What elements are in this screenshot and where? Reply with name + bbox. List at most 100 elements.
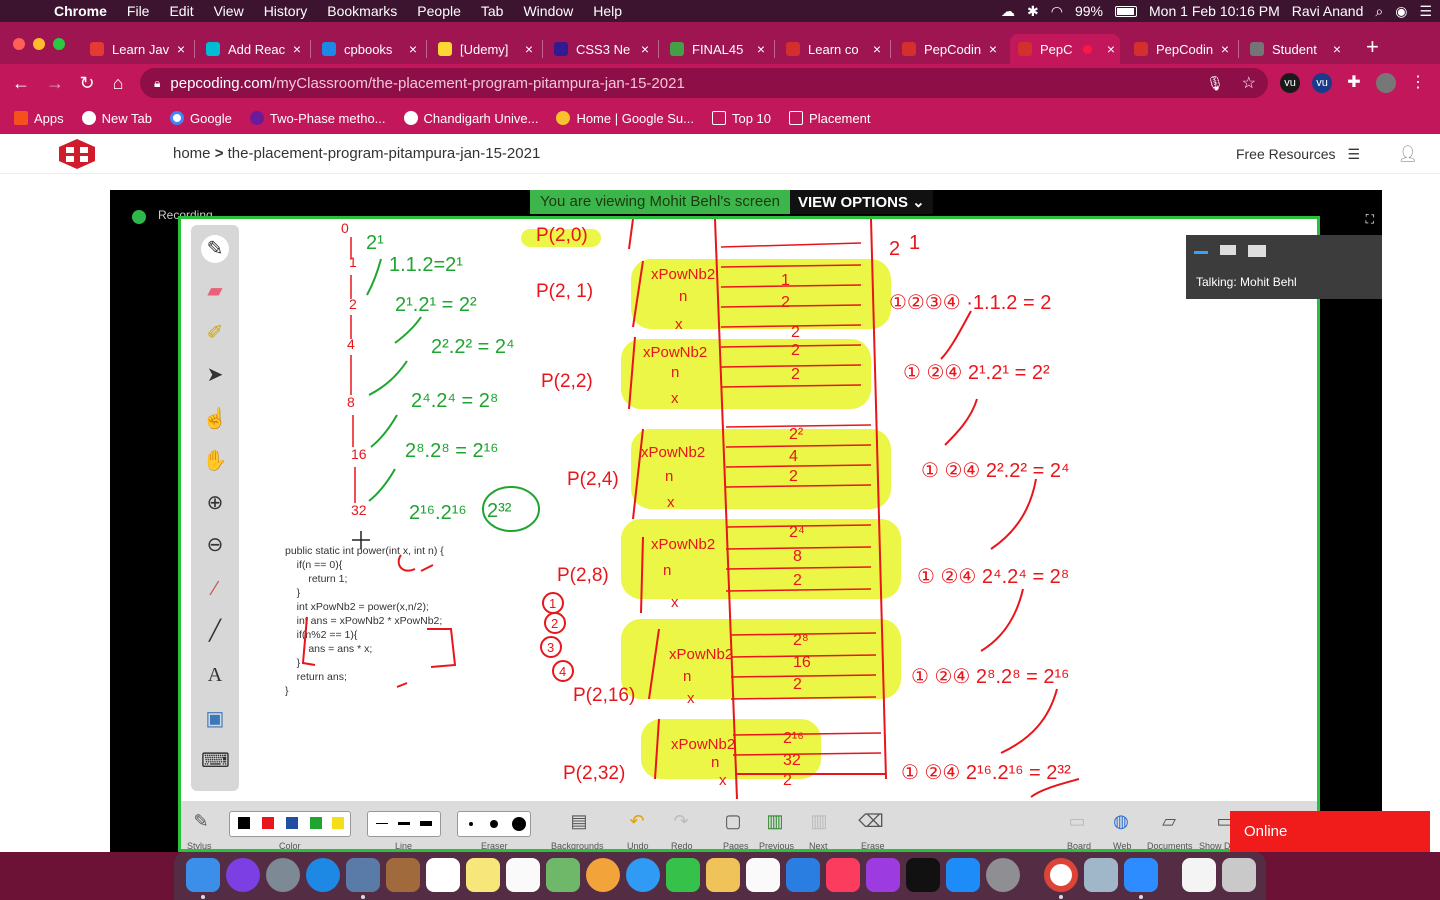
bookmark-apps[interactable]: Apps xyxy=(14,111,64,126)
wifi-icon[interactable]: ◠ xyxy=(1051,3,1063,20)
tab-close-icon[interactable]: × xyxy=(520,41,538,57)
pointer-hand-icon[interactable]: ☝ xyxy=(201,405,229,433)
reload-button[interactable]: ↻ xyxy=(74,70,100,96)
online-status-badge[interactable]: Online xyxy=(1230,811,1430,852)
notes-icon[interactable] xyxy=(466,858,500,892)
zoom-window-button[interactable] xyxy=(53,38,65,50)
menu-people[interactable]: People xyxy=(407,3,471,19)
pepcoding-logo[interactable] xyxy=(58,138,96,170)
browser-tab[interactable]: FINAL45 × xyxy=(662,34,770,64)
zoom-in-icon[interactable]: ⊕ xyxy=(201,489,229,517)
menu-file[interactable]: File xyxy=(117,3,160,19)
browser-tab[interactable]: Learn Jav × xyxy=(82,34,190,64)
browser-tab[interactable]: [Udemy] × xyxy=(430,34,538,64)
bluetooth-icon[interactable]: ✱ xyxy=(1027,3,1039,20)
home-button[interactable]: ⌂ xyxy=(105,70,131,96)
finder-icon[interactable] xyxy=(186,858,220,892)
line-tool-icon[interactable]: ╱ xyxy=(201,617,229,645)
bookmark-placement[interactable]: Placement xyxy=(789,111,870,126)
extension-vu-icon[interactable]: vu xyxy=(1280,73,1300,93)
menu-window[interactable]: Window xyxy=(513,3,583,19)
color-yellow-swatch[interactable] xyxy=(332,817,344,829)
menu-app-name[interactable]: Chrome xyxy=(44,3,117,19)
next-page-icon[interactable]: ▥ xyxy=(805,807,833,835)
tab-close-icon[interactable]: × xyxy=(404,41,422,57)
spotlight-icon[interactable]: ⌕ xyxy=(1375,3,1383,20)
highlighter-icon[interactable]: ✐ xyxy=(201,319,229,347)
color-green-swatch[interactable] xyxy=(310,817,322,829)
free-resources-link[interactable]: Free Resources ☰ xyxy=(1236,146,1360,163)
tab-close-icon[interactable]: × xyxy=(1216,41,1234,57)
breadcrumb-home[interactable]: home xyxy=(173,145,211,162)
user-name[interactable]: Ravi Anand xyxy=(1292,3,1364,19)
new-tab-button[interactable]: + xyxy=(1366,34,1379,60)
cloud-icon[interactable]: ☁ xyxy=(1001,3,1015,20)
chrome-icon[interactable] xyxy=(1044,858,1078,892)
select-arrow-icon[interactable]: ➤ xyxy=(201,361,229,389)
preview-icon[interactable] xyxy=(346,858,380,892)
siri-icon[interactable]: ◉ xyxy=(1395,3,1407,20)
layout-small-icon[interactable] xyxy=(1220,245,1236,255)
profile-avatar[interactable] xyxy=(1376,73,1396,93)
bookmark-top-10[interactable]: Top 10 xyxy=(711,111,771,126)
messages-icon[interactable] xyxy=(626,858,660,892)
view-options-button[interactable]: VIEW OPTIONS ⌄ xyxy=(789,190,933,214)
music-icon[interactable] xyxy=(826,858,860,892)
tab-close-icon[interactable]: × xyxy=(172,41,190,57)
close-window-button[interactable] xyxy=(13,38,25,50)
tab-close-icon[interactable]: × xyxy=(636,41,654,57)
user-icon[interactable]: 👤︎ xyxy=(1398,144,1418,164)
podcasts-icon[interactable] xyxy=(866,858,900,892)
browser-tab[interactable]: PepCodin × xyxy=(894,34,1002,64)
bookmark-two-phase[interactable]: Two-Phase metho... xyxy=(249,111,386,126)
battery-percent[interactable]: 99% xyxy=(1075,3,1103,19)
battery-icon[interactable] xyxy=(1115,5,1138,17)
tab-close-icon[interactable]: × xyxy=(984,41,1002,57)
minimize-window-button[interactable] xyxy=(33,38,45,50)
system-preferences-icon[interactable] xyxy=(986,858,1020,892)
tab-close-icon[interactable]: × xyxy=(868,41,886,57)
color-black-swatch[interactable] xyxy=(238,817,250,829)
zoom-out-icon[interactable]: ⊖ xyxy=(201,531,229,559)
bookmark-star-icon[interactable]: ☆ xyxy=(1242,73,1256,93)
tab-close-icon[interactable]: × xyxy=(1328,41,1346,57)
clock[interactable]: Mon 1 Feb 10:16 PM xyxy=(1149,3,1280,19)
layout-strip-icon[interactable] xyxy=(1194,251,1208,254)
menu-lines-icon[interactable]: ☰ xyxy=(1347,146,1360,162)
documents-folder-icon[interactable]: ▱ xyxy=(1155,807,1183,835)
extension-vu-blue-icon[interactable]: vu xyxy=(1312,73,1332,93)
bookmark-google-sites[interactable]: Home | Google Su... xyxy=(556,111,694,126)
stylus-icon[interactable]: ✎ xyxy=(187,807,215,835)
layout-large-icon[interactable] xyxy=(1248,245,1266,257)
menu-help[interactable]: Help xyxy=(583,3,632,19)
keynote-icon[interactable] xyxy=(706,858,740,892)
microphone-icon[interactable]: 🎙︎ xyxy=(1206,75,1224,92)
zoom-icon[interactable] xyxy=(1124,858,1158,892)
bookmark-chandigarh[interactable]: Chandigarh Unive... xyxy=(403,111,538,126)
bookmark-google[interactable]: Google xyxy=(169,111,232,126)
safari-icon[interactable] xyxy=(306,858,340,892)
menu-tab[interactable]: Tab xyxy=(471,3,514,19)
board-icon[interactable]: ▭ xyxy=(1063,807,1091,835)
image-capture-icon[interactable] xyxy=(1084,858,1118,892)
web-globe-icon[interactable]: ◍ xyxy=(1107,807,1135,835)
launchpad-icon[interactable] xyxy=(266,858,300,892)
erase-all-icon[interactable]: ⌫ xyxy=(857,807,885,835)
keynote-podium-icon[interactable] xyxy=(786,858,820,892)
backgrounds-icon[interactable]: ▤ xyxy=(565,807,593,835)
menu-edit[interactable]: Edit xyxy=(159,3,203,19)
menu-bookmarks[interactable]: Bookmarks xyxy=(317,3,407,19)
forward-button[interactable]: → xyxy=(42,70,68,96)
pan-hand-icon[interactable]: ✋ xyxy=(201,447,229,475)
eraser-icon[interactable]: ▰ xyxy=(201,277,229,305)
tab-close-icon[interactable]: × xyxy=(752,41,770,57)
control-center-icon[interactable]: ☰ xyxy=(1419,3,1432,20)
text-tool-icon[interactable]: A xyxy=(201,661,229,689)
trash-icon[interactable] xyxy=(1222,858,1256,892)
bookmark-new-tab[interactable]: New Tab xyxy=(81,111,152,126)
maps-icon[interactable] xyxy=(546,858,580,892)
menu-view[interactable]: View xyxy=(204,3,254,19)
numbers-icon[interactable] xyxy=(746,858,780,892)
pages-icon[interactable]: ▢ xyxy=(719,807,747,835)
browser-tab[interactable]: Add Reac × xyxy=(198,34,306,64)
